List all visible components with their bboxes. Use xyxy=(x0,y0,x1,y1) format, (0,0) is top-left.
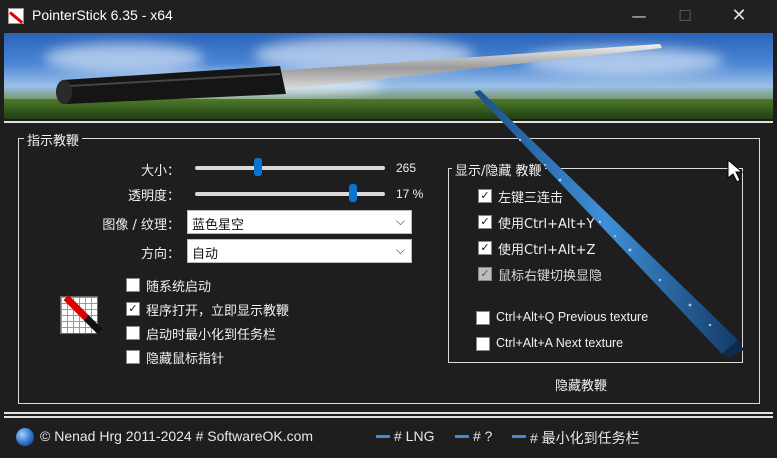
maximize-icon: ☐ xyxy=(678,7,692,25)
transparency-value: 17 % xyxy=(396,187,424,201)
ctrl-alt-z-label: 使用Ctrl+Alt+Z xyxy=(498,243,596,258)
ctrl-alt-y-label: 使用Ctrl+Alt+Y xyxy=(498,217,595,232)
minimize-icon: — xyxy=(631,7,647,25)
window-title: PointerStick 6.35 - x64 xyxy=(32,7,173,23)
startup-label: 随系统启动 xyxy=(146,280,212,295)
ctrl-alt-z-checkbox[interactable]: ✓ xyxy=(478,241,492,255)
triple-click-checkbox[interactable]: ✓ xyxy=(478,189,492,203)
transparency-slider-thumb[interactable] xyxy=(348,184,357,202)
texture-select[interactable]: 蓝色星空 ⌵ xyxy=(187,210,412,234)
globe-icon[interactable] xyxy=(16,428,34,446)
help-dash-icon xyxy=(455,435,469,438)
chevron-down-icon: ⌵ xyxy=(395,214,405,228)
hide-mouse-checkbox[interactable] xyxy=(126,350,140,364)
divider xyxy=(4,416,773,418)
pointer-texture-icon xyxy=(60,295,103,334)
right-click-toggle-checkbox[interactable]: ✓ xyxy=(478,267,492,281)
texture-selected: 蓝色星空 xyxy=(192,218,245,233)
size-label: 大小： xyxy=(140,164,180,179)
copyright-link[interactable]: © Nenad Hrg 2011-2024 # SoftwareOK.com xyxy=(40,428,313,444)
language-link[interactable]: # LNG xyxy=(394,428,434,444)
maximize-button[interactable]: ☐ xyxy=(662,0,708,32)
minimize-button[interactable]: — xyxy=(616,0,662,32)
minimize-dash-icon xyxy=(512,435,526,438)
pointer-group-title: 指示教鞭 xyxy=(24,130,83,149)
direction-select[interactable]: 自动 ⌵ xyxy=(187,239,412,263)
chevron-down-icon: ⌵ xyxy=(395,243,405,257)
right-click-toggle-label: 鼠标右键切换显隐 xyxy=(498,269,603,284)
texture-label: 图像 / 纹理： xyxy=(102,218,180,233)
next-texture-label: Ctrl+Alt+A Next texture xyxy=(496,336,624,350)
ctrl-alt-y-checkbox[interactable]: ✓ xyxy=(478,215,492,229)
direction-selected: 自动 xyxy=(192,247,219,262)
direction-label: 方向： xyxy=(140,247,180,262)
hide-mouse-label: 隐藏鼠标指针 xyxy=(146,352,225,367)
divider xyxy=(4,121,773,123)
divider xyxy=(4,412,773,414)
show-on-open-checkbox[interactable]: ✓ xyxy=(126,302,140,316)
lng-dash-icon xyxy=(376,435,390,438)
close-button[interactable]: ✕ xyxy=(716,0,762,32)
previous-texture-label: Ctrl+Alt+Q Previous texture xyxy=(496,310,649,324)
startup-checkbox[interactable] xyxy=(126,278,140,292)
show-hide-group-title: 显示/隐藏 教鞭 xyxy=(452,160,545,179)
size-value: 265 xyxy=(396,161,417,175)
size-slider-thumb[interactable] xyxy=(253,158,262,176)
close-icon: ✕ xyxy=(731,5,747,26)
minimize-to-tray-link[interactable]: # 最小化到任务栏 xyxy=(530,428,640,448)
help-link[interactable]: # ? xyxy=(473,428,492,444)
size-slider-track[interactable] xyxy=(195,166,385,170)
transparency-label: 透明度： xyxy=(127,189,180,204)
next-texture-checkbox[interactable] xyxy=(476,337,490,351)
show-on-open-label: 程序打开，立即显示教鞭 xyxy=(146,304,290,319)
app-icon[interactable] xyxy=(8,8,24,24)
minimize-on-start-label: 启动时最小化到任务栏 xyxy=(146,328,277,343)
triple-click-label: 左键三连击 xyxy=(498,191,564,206)
hide-pointer-button[interactable]: 隐藏教鞭 xyxy=(555,375,607,394)
banner-image xyxy=(4,33,773,119)
title-bar: PointerStick 6.35 - x64 — ☐ ✕ xyxy=(0,0,777,32)
minimize-on-start-checkbox[interactable] xyxy=(126,326,140,340)
previous-texture-checkbox[interactable] xyxy=(476,311,490,325)
